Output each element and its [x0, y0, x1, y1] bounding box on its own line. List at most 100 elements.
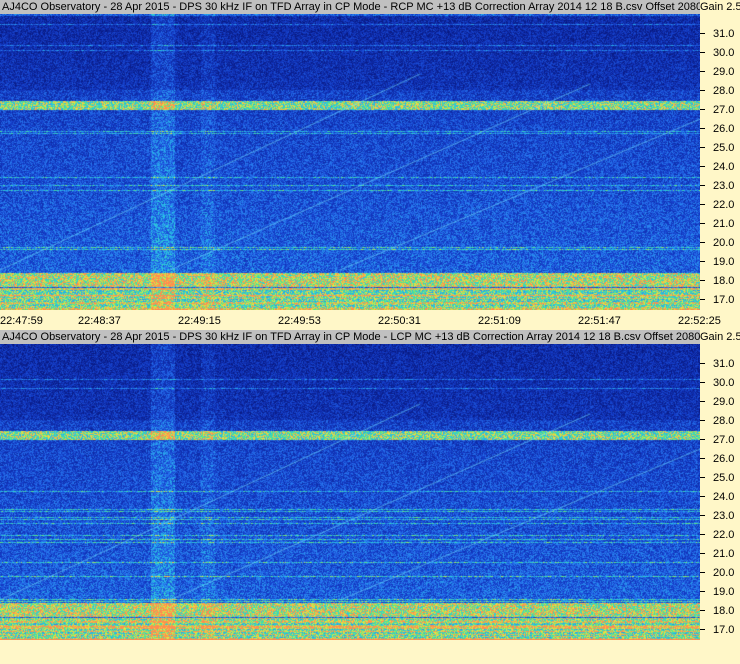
- frequency-tick-label: 29.0: [713, 65, 735, 78]
- frequency-tick: 19.0: [700, 255, 740, 269]
- tick-mark: [700, 146, 705, 148]
- frequency-tick-label: 22.0: [713, 528, 735, 541]
- frequency-tick-label: 17.0: [713, 623, 735, 636]
- frequency-tick: 20.0: [700, 236, 740, 250]
- frequency-tick-label: 27.0: [713, 103, 735, 116]
- tick-mark: [700, 108, 705, 110]
- tick-mark: [700, 70, 705, 72]
- lcp-gain-label: Gain 2.5: [700, 330, 740, 344]
- tick-mark: [700, 533, 705, 535]
- frequency-tick-label: 17.0: [713, 293, 735, 306]
- frequency-tick-label: 29.0: [713, 395, 735, 408]
- tick-mark: [700, 89, 705, 91]
- rcp-spectrogram[interactable]: [0, 14, 700, 310]
- frequency-tick-label: 19.0: [713, 585, 735, 598]
- frequency-tick-label: 25.0: [713, 471, 735, 484]
- tick-mark: [700, 184, 705, 186]
- frequency-tick-label: 28.0: [713, 84, 735, 97]
- tick-mark: [700, 298, 705, 300]
- tick-mark: [700, 628, 705, 630]
- time-tick-label: 22:50:31: [378, 315, 421, 327]
- tick-mark: [700, 476, 705, 478]
- frequency-tick: 29.0: [700, 395, 740, 409]
- frequency-tick-label: 26.0: [713, 452, 735, 465]
- frequency-tick-label: 22.0: [713, 198, 735, 211]
- frequency-tick: 18.0: [700, 604, 740, 618]
- frequency-tick: 30.0: [700, 376, 740, 390]
- frequency-tick: 18.0: [700, 274, 740, 288]
- frequency-tick-label: 23.0: [713, 509, 735, 522]
- frequency-tick: 21.0: [700, 547, 740, 561]
- rcp-panel-title: AJ4CO Observatory - 28 Apr 2015 - DPS 30…: [0, 0, 700, 14]
- tick-mark: [700, 495, 705, 497]
- frequency-tick: 26.0: [700, 122, 740, 136]
- frequency-tick-label: 21.0: [713, 217, 735, 230]
- frequency-tick-label: 31.0: [713, 27, 735, 40]
- tick-mark: [700, 514, 705, 516]
- frequency-tick-label: 21.0: [713, 547, 735, 560]
- time-tick-label: 22:49:53: [278, 315, 321, 327]
- frequency-tick-label: 27.0: [713, 433, 735, 446]
- frequency-tick: 28.0: [700, 414, 740, 428]
- tick-mark: [700, 438, 705, 440]
- frequency-tick: 25.0: [700, 471, 740, 485]
- tick-mark: [700, 165, 705, 167]
- tick-mark: [700, 127, 705, 129]
- lcp-panel: AJ4CO Observatory - 28 Apr 2015 - DPS 30…: [0, 330, 740, 640]
- frequency-tick-label: 18.0: [713, 604, 735, 617]
- frequency-tick-label: 19.0: [713, 255, 735, 268]
- frequency-tick: 24.0: [700, 490, 740, 504]
- tick-mark: [700, 609, 705, 611]
- frequency-tick-label: 31.0: [713, 357, 735, 370]
- tick-mark: [700, 203, 705, 205]
- frequency-tick-label: 24.0: [713, 490, 735, 503]
- tick-mark: [700, 222, 705, 224]
- frequency-tick-label: 25.0: [713, 141, 735, 154]
- time-tick-label: 22:49:15: [178, 315, 221, 327]
- time-tick-label: 22:51:47: [578, 315, 621, 327]
- tick-mark: [700, 571, 705, 573]
- tick-mark: [700, 381, 705, 383]
- rcp-panel: AJ4CO Observatory - 28 Apr 2015 - DPS 30…: [0, 0, 740, 310]
- frequency-tick-label: 28.0: [713, 414, 735, 427]
- lcp-spectrogram[interactable]: [0, 344, 700, 640]
- tick-mark: [700, 32, 705, 34]
- frequency-tick-label: 18.0: [713, 274, 735, 287]
- frequency-tick: 20.0: [700, 566, 740, 580]
- frequency-tick: 23.0: [700, 179, 740, 193]
- frequency-tick-label: 20.0: [713, 236, 735, 249]
- frequency-tick-label: 26.0: [713, 122, 735, 135]
- frequency-tick: 30.0: [700, 46, 740, 60]
- tick-mark: [700, 457, 705, 459]
- frequency-tick: 26.0: [700, 452, 740, 466]
- frequency-tick: 19.0: [700, 585, 740, 599]
- rcp-frequency-axis: 31.0 30.0 29.0 28.0 27.0 26.0 25.0 24.0 23.0 22.0…: [700, 14, 740, 310]
- frequency-tick: 28.0: [700, 84, 740, 98]
- frequency-tick: 25.0: [700, 141, 740, 155]
- tick-mark: [700, 400, 705, 402]
- tick-mark: [700, 552, 705, 554]
- tick-mark: [700, 51, 705, 53]
- time-axis: 22:47:59 22:48:37 22:49:15 22:49:53 22:50:31…: [0, 310, 740, 330]
- frequency-tick-label: 24.0: [713, 160, 735, 173]
- frequency-tick-label: 23.0: [713, 179, 735, 192]
- tick-mark: [700, 279, 705, 281]
- tick-mark: [700, 590, 705, 592]
- time-tick-label: 22:47:59: [0, 315, 43, 327]
- frequency-tick: 31.0: [700, 357, 740, 371]
- frequency-tick: 23.0: [700, 509, 740, 523]
- frequency-tick: 22.0: [700, 528, 740, 542]
- frequency-tick: 27.0: [700, 103, 740, 117]
- rcp-gain-label: Gain 2.5: [700, 0, 740, 14]
- tick-mark: [700, 260, 705, 262]
- time-tick-label: 22:52:25: [678, 315, 721, 327]
- tick-mark: [700, 362, 705, 364]
- frequency-tick: 21.0: [700, 217, 740, 231]
- status-strip: [0, 640, 740, 664]
- time-tick-label: 22:51:09: [478, 315, 521, 327]
- frequency-tick: 24.0: [700, 160, 740, 174]
- frequency-tick-label: 30.0: [713, 46, 735, 59]
- frequency-tick: 22.0: [700, 198, 740, 212]
- lcp-frequency-axis: 31.0 30.0 29.0 28.0 27.0 26.0 25.0 24.0 23.0 22.0…: [700, 344, 740, 640]
- frequency-tick: 29.0: [700, 65, 740, 79]
